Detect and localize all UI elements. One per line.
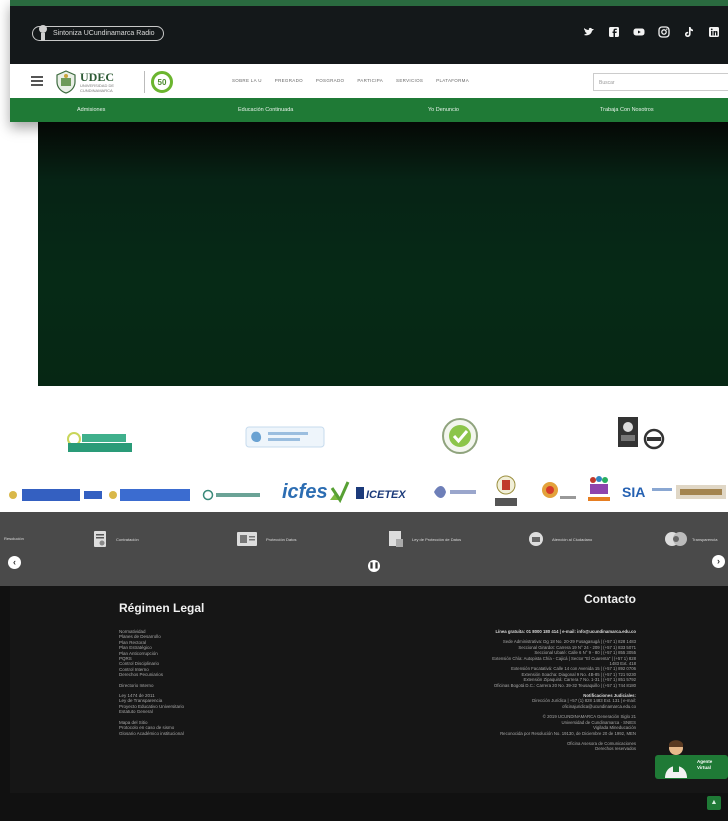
transparency-icon — [665, 532, 687, 546]
legal-title: Régimen Legal — [119, 601, 205, 615]
quick-links-bar: Admisiones Educación Continuada Yo Denun… — [10, 98, 728, 122]
nav-plataforma[interactable]: PLATAFORMA — [436, 78, 469, 83]
carousel-label: Atención al Ciudadano — [552, 536, 593, 542]
carousel-item-resolucion[interactable]: Resolución — [0, 536, 24, 541]
logo-divider — [144, 71, 145, 93]
agent-avatar-icon — [665, 740, 687, 778]
link-educacion-continuada[interactable]: Educación Continuada — [238, 107, 293, 113]
legal-link[interactable]: Glosario Académico institucional — [119, 731, 184, 736]
radio-icon — [39, 25, 47, 41]
youtube-icon[interactable] — [633, 26, 645, 38]
mineducacion-logo[interactable] — [8, 488, 105, 502]
linkedin-icon[interactable] — [708, 26, 720, 38]
partners-row: icfes ICETEX SIA — [0, 472, 728, 512]
carousel-pause-button[interactable]: ❚❚ — [368, 560, 380, 572]
footer-panel: Régimen Legal Normatividad Planes de Des… — [10, 586, 728, 793]
site-footer: Régimen Legal Normatividad Planes de Des… — [0, 586, 728, 821]
carousel-item-transparencia[interactable]: Transparencia — [664, 530, 717, 548]
contact-line: Reconocida por Resolución No. 19130, de … — [500, 730, 636, 736]
carousel-label: Protección Datos — [266, 536, 297, 542]
agent-label: Agente Virtual — [697, 759, 713, 770]
instagram-icon[interactable] — [658, 26, 670, 38]
facebook-icon[interactable] — [608, 26, 620, 38]
nav-links: SOBRE LA U PREGRADO POSGRADO PARTICIPA S… — [232, 78, 469, 83]
page: Sintoniza UCundinamarca Radio UDEC UNIVE… — [0, 0, 728, 821]
carousel-label: Transparencia — [692, 536, 718, 542]
nav-pregrado[interactable]: PREGRADO — [275, 78, 303, 83]
link-admisiones[interactable]: Admisiones — [77, 107, 105, 113]
contact-line: Línea gratuita: 01 8000 180 414 | e-mail… — [495, 629, 636, 634]
citizen-icon — [529, 532, 543, 546]
nav-sobre-la-u[interactable]: SOBRE LA U — [232, 78, 262, 83]
colciencias-logo[interactable] — [432, 482, 478, 502]
back-to-top-button[interactable]: ▲ — [707, 796, 721, 810]
nav-servicios[interactable]: SERVICIOS — [396, 78, 423, 83]
law-icon — [389, 531, 403, 547]
icfes-logo[interactable]: icfes — [280, 478, 350, 504]
tiktok-icon[interactable] — [683, 26, 695, 38]
carousel-label: Resolución — [4, 536, 24, 541]
carousel-item-contratacion[interactable]: Contratación — [92, 530, 139, 548]
carousel-item-proteccion-datos[interactable]: Protección Datos — [236, 530, 296, 548]
top-bar: Sintoniza UCundinamarca Radio — [10, 0, 728, 64]
certification-seal-icon[interactable] — [440, 416, 480, 458]
anniversary-badge: 50 — [151, 71, 173, 93]
carousel-next-button[interactable]: › — [712, 555, 725, 568]
contact-title: Contacto — [584, 592, 636, 606]
data-protection-icon — [237, 532, 257, 546]
gobierno-logo[interactable] — [108, 488, 192, 502]
carousel-item-ley-datos[interactable]: Ley de Protección de Datos — [388, 530, 461, 548]
icetex-logo[interactable]: ICETEX — [356, 484, 418, 502]
nav-participa[interactable]: PARTICIPA — [357, 78, 383, 83]
virtual-agent-button[interactable]: Agente Virtual — [655, 738, 728, 788]
sia-logo[interactable]: SIA — [620, 482, 728, 502]
legal-link[interactable]: Protocolo en caso de sismo — [119, 725, 184, 730]
twitter-icon[interactable] — [583, 26, 595, 38]
main-navbar: UDEC UNIVERSIDAD DE CUNDINAMARCA 50 SOBR… — [10, 64, 728, 98]
calidad-educativa-icon[interactable] — [586, 474, 612, 504]
logo-text: UDEC — [80, 70, 115, 84]
udec-logo[interactable]: UDEC UNIVERSIDAD DE CUNDINAMARCA 50 — [55, 69, 173, 95]
contact-line: Derechos reservados — [595, 746, 636, 752]
gobernacion-escudo-icon[interactable] — [492, 474, 520, 508]
link-yo-denuncio[interactable]: Yo Denuncio — [428, 107, 459, 113]
nav-posgrado[interactable]: POSGRADO — [316, 78, 344, 83]
huella-carbono-logo[interactable] — [244, 423, 326, 451]
carousel-label: Ley de Protección de Datos — [412, 536, 462, 542]
legal-links: Normatividad Planes de Desarrollo Plan R… — [119, 629, 184, 736]
svg-text:SIA: SIA — [622, 484, 645, 500]
calidad-logo[interactable] — [64, 431, 136, 453]
minciencias-logo[interactable] — [202, 488, 262, 501]
social-icons — [583, 26, 720, 38]
contact-line: Oficinas Bogotá D.C.: Carrera 20 No. 39-… — [493, 682, 636, 688]
search-input[interactable]: Buscar — [593, 73, 728, 91]
link-trabaja-con-nosotros[interactable]: Trabaja Con Nosotros — [600, 107, 654, 113]
carousel-item-atencion-ciudadano[interactable]: Atención al Ciudadano — [528, 530, 592, 548]
hero-banner — [38, 122, 728, 386]
contract-icon — [94, 531, 106, 547]
contact-info: Línea gratuita: 01 8000 180 414 | e-mail… — [492, 629, 636, 752]
cundinamarca-logo[interactable] — [538, 478, 578, 506]
svg-text:icfes: icfes — [282, 481, 328, 503]
menu-icon[interactable] — [31, 76, 43, 86]
transparency-carousel: Resolución Contratación Protección Datos… — [0, 512, 728, 586]
carousel-label: Contratación — [116, 536, 139, 542]
icontec-logo[interactable] — [616, 415, 666, 459]
logo-subtext: UNIVERSIDAD DE CUNDINAMARCA — [80, 83, 115, 93]
site-header: Sintoniza UCundinamarca Radio UDEC UNIVE… — [10, 0, 728, 122]
radio-button[interactable]: Sintoniza UCundinamarca Radio — [32, 25, 164, 41]
carousel-prev-button[interactable]: ‹ — [8, 556, 21, 569]
radio-label: Sintoniza UCundinamarca Radio — [53, 30, 155, 37]
svg-text:ICETEX: ICETEX — [366, 489, 406, 501]
crest-icon — [56, 70, 76, 94]
